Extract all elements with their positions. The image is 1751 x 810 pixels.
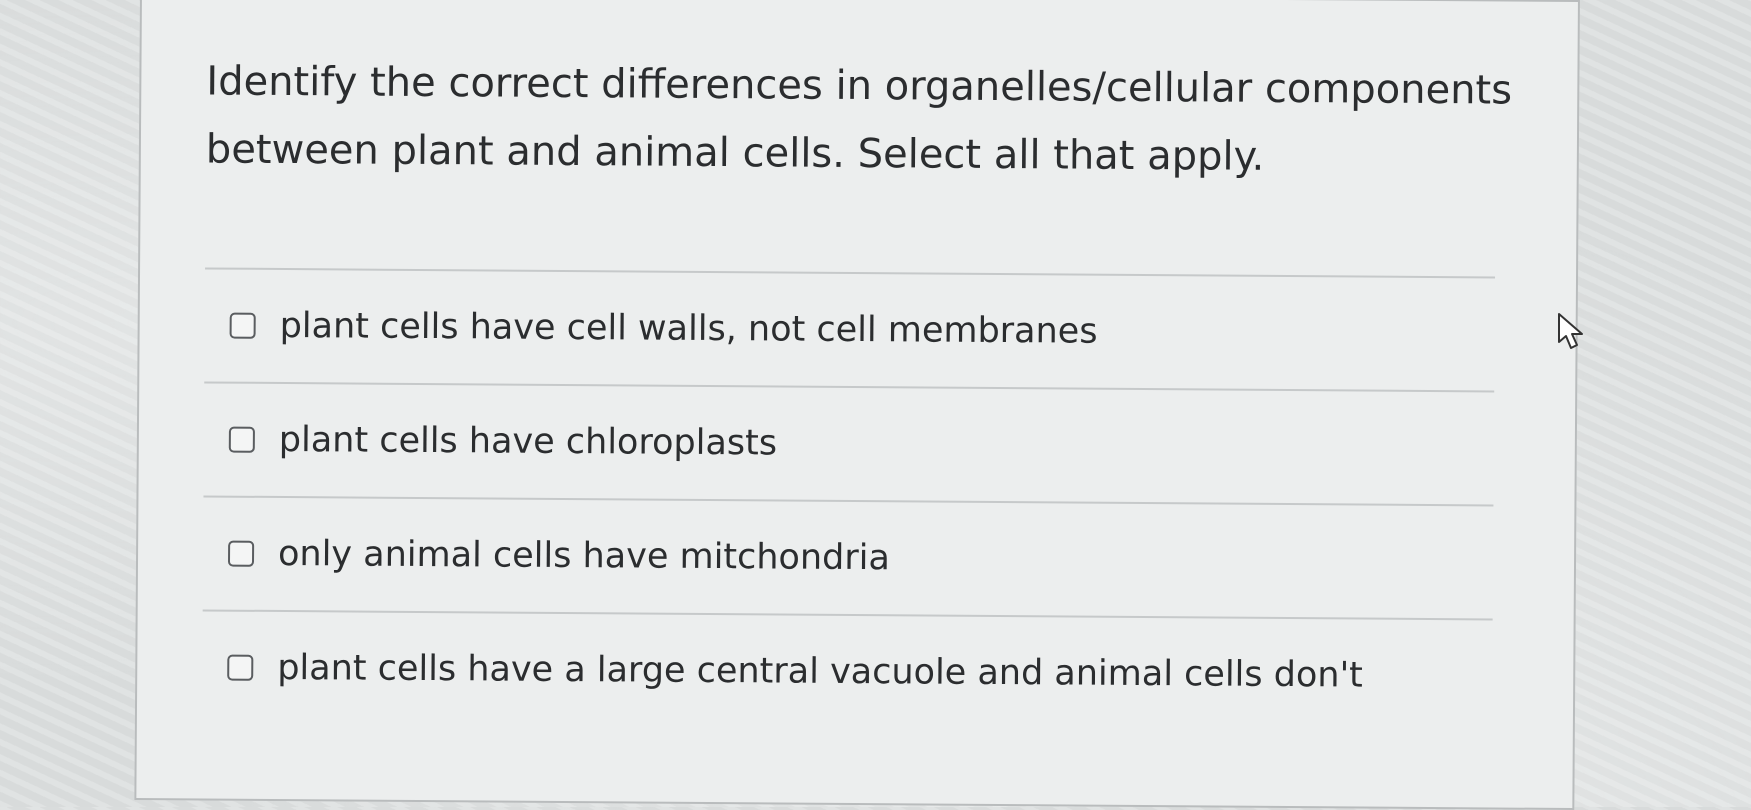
option-label-3: only animal cells have mitchondria (277, 533, 891, 579)
answer-options: plant cells have cell walls, not cell me… (202, 267, 1505, 732)
checkbox-option-3[interactable] (227, 540, 255, 567)
answer-option-4[interactable]: plant cells have a large central vacuole… (202, 611, 1503, 732)
option-label-2: plant cells have chloroplasts (278, 419, 778, 464)
checkbox-option-1[interactable] (229, 312, 256, 339)
answer-option-3[interactable]: only animal cells have mitchondria (203, 497, 1504, 618)
pointer-cursor-icon (1558, 313, 1583, 349)
question-prompt: Identify the correct differences in orga… (205, 58, 1513, 180)
question-card: Identify the correct differences in orga… (134, 0, 1580, 810)
answer-option-1[interactable]: plant cells have cell walls, not cell me… (204, 269, 1505, 390)
option-label-1: plant cells have cell walls, not cell me… (279, 305, 1098, 352)
answer-option-2[interactable]: plant cells have chloroplasts (203, 383, 1504, 504)
option-label-4: plant cells have a large central vacuole… (277, 647, 1364, 696)
checkbox-option-4[interactable] (227, 654, 254, 681)
checkbox-option-2[interactable] (228, 426, 255, 453)
